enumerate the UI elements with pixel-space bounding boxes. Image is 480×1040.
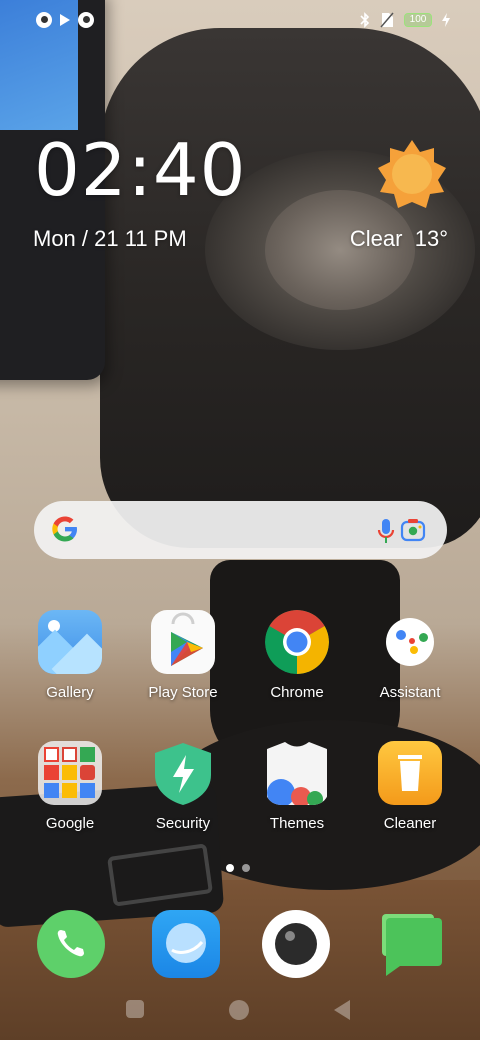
home-button[interactable]	[229, 1000, 249, 1020]
phone-icon[interactable]	[37, 910, 105, 978]
security-shield-icon	[151, 741, 215, 805]
app-gallery[interactable]: Gallery	[15, 610, 125, 701]
app-label: Assistant	[379, 684, 441, 701]
google-logo-icon	[52, 516, 77, 542]
clock-time[interactable]: 02:40	[34, 128, 247, 212]
app-label: Play Store	[148, 684, 218, 701]
play-store-icon	[151, 610, 215, 674]
sun-icon[interactable]	[376, 138, 448, 210]
google-search-bar[interactable]	[34, 501, 447, 559]
notification-app-icon	[36, 12, 52, 28]
recents-button[interactable]	[126, 1000, 144, 1018]
app-label: Themes	[269, 815, 325, 832]
clock-date[interactable]: Mon / 21 11 PM	[33, 226, 187, 252]
page-dot[interactable]	[242, 864, 250, 872]
no-sim-icon	[380, 12, 394, 28]
camera-icon[interactable]	[262, 910, 330, 978]
cleaner-trash-icon	[378, 741, 442, 805]
back-button[interactable]	[334, 1000, 350, 1020]
page-indicator[interactable]	[226, 864, 250, 872]
app-chrome[interactable]: Chrome	[242, 610, 352, 701]
status-bar: 100	[0, 0, 480, 42]
status-notification-icons	[36, 12, 94, 28]
app-play-store[interactable]: Play Store	[128, 610, 238, 701]
battery-indicator: 100	[404, 13, 432, 27]
chrome-icon	[265, 610, 329, 674]
page-dot-active[interactable]	[226, 864, 234, 872]
notification-app-icon	[78, 12, 94, 28]
themes-shirt-icon	[265, 741, 329, 805]
charging-icon	[442, 13, 450, 27]
google-folder-icon	[38, 741, 102, 805]
app-label: Chrome	[270, 684, 324, 701]
app-label: Security	[155, 815, 211, 832]
weather-summary[interactable]: Clear 13°	[350, 226, 448, 252]
chat-icon[interactable]	[376, 910, 444, 978]
weather-temperature: 13°	[414, 226, 448, 251]
app-cleaner[interactable]: Cleaner	[355, 741, 465, 832]
assistant-icon	[386, 618, 434, 666]
messages-bubble-icon[interactable]	[152, 910, 220, 978]
lens-icon[interactable]	[400, 518, 426, 542]
gallery-icon	[38, 610, 102, 674]
play-store-notification-icon	[60, 14, 70, 26]
weather-condition: Clear	[349, 226, 403, 251]
app-assistant[interactable]: Assistant	[355, 610, 465, 701]
app-folder-google[interactable]: Google	[15, 741, 125, 832]
app-themes[interactable]: Themes	[242, 741, 352, 832]
mic-icon[interactable]	[376, 517, 396, 545]
app-label: Gallery	[46, 684, 94, 701]
app-label: Google	[45, 815, 95, 832]
status-system-icons: 100	[360, 12, 450, 28]
app-label: Cleaner	[383, 815, 437, 832]
app-security[interactable]: Security	[128, 741, 238, 832]
bluetooth-icon	[360, 12, 370, 28]
